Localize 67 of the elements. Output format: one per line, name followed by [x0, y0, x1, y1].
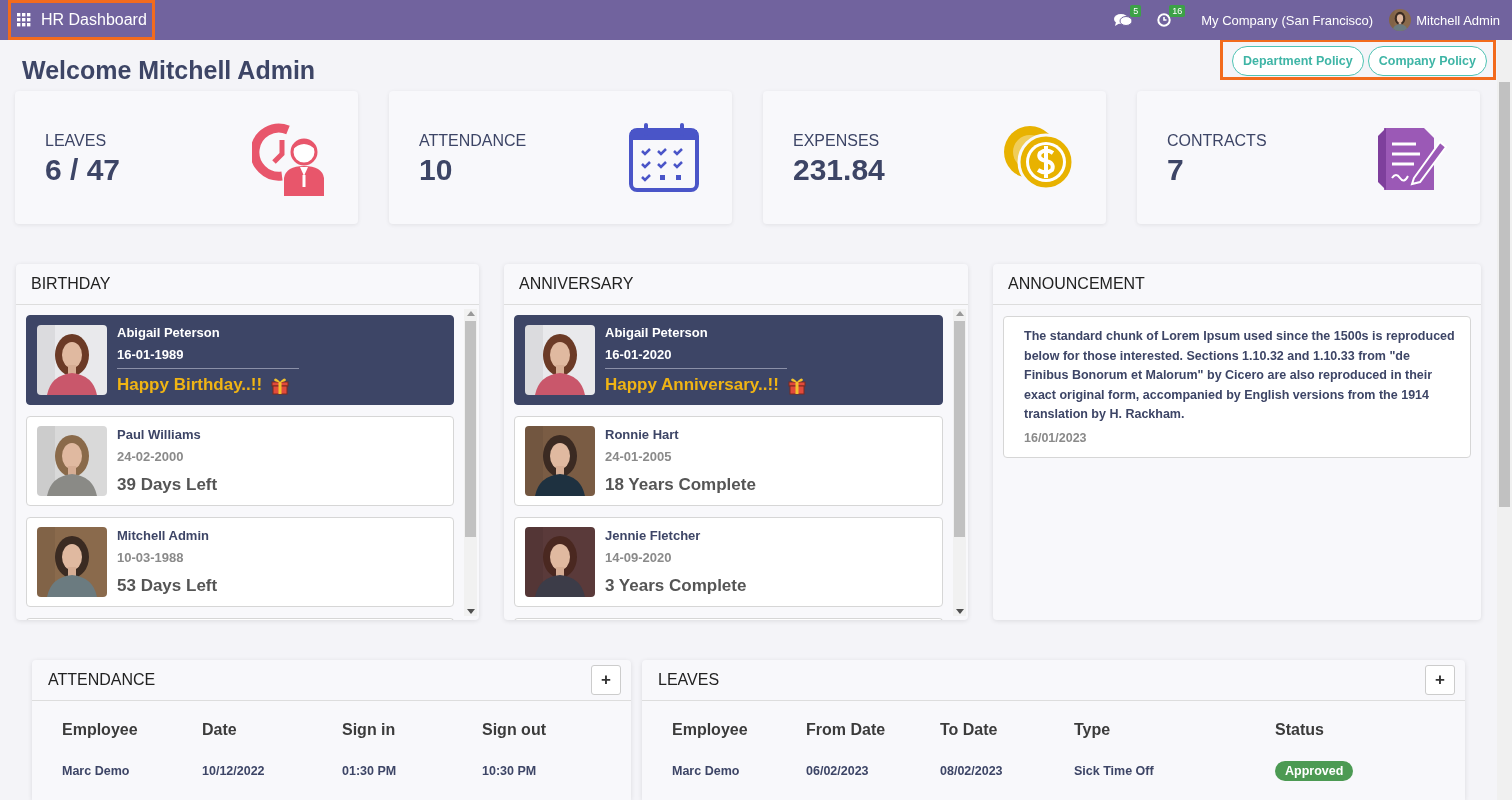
column-header: Employee: [62, 720, 139, 739]
gift-icon: [270, 375, 291, 395]
clock-icon: [1157, 13, 1172, 27]
gift-icon: [786, 375, 807, 395]
stat-label: LEAVES: [45, 132, 108, 150]
column-header: Sign out: [482, 720, 547, 739]
activity-count-badge: 16: [1169, 5, 1186, 17]
person-date: 24-02-2000: [117, 449, 185, 464]
announcement-date: 16/01/2023: [1024, 430, 1088, 445]
greeting-text: Happy Birthday..!!: [117, 375, 263, 395]
status-badge: Approved: [1275, 760, 1354, 781]
person-name: Mitchell Admin: [117, 528, 210, 543]
panel-title: ANNIVERSARY: [519, 275, 634, 293]
message-count-badge: 5: [1130, 5, 1142, 17]
person-date: 16-01-2020: [605, 347, 787, 369]
person-name: Ronnie Hart: [605, 427, 680, 442]
countdown-text: 53 Days Left: [117, 576, 218, 595]
stat-label: CONTRACTS: [1167, 132, 1268, 150]
person-date: 14-09-2020: [605, 550, 673, 565]
table-cell-text: Marc Demo: [672, 763, 741, 778]
scrollbar[interactable]: [953, 309, 966, 616]
column-header: Sign in: [342, 720, 397, 739]
table-cell-text: 10:30 PM: [482, 763, 538, 778]
stat-label: ATTENDANCE: [419, 132, 528, 150]
stat-label: EXPENSES: [793, 132, 881, 150]
table-cell-text: Sick Time Off: [1074, 763, 1155, 778]
column-header: From Date: [806, 720, 887, 739]
column-header: Employee: [672, 720, 749, 739]
panel-title: LEAVES: [658, 671, 720, 689]
company-switcher[interactable]: My Company (San Francisco): [1201, 12, 1374, 28]
person-name: Abigail Peterson: [117, 325, 221, 340]
user-menu[interactable]: Mitchell Admin: [1416, 12, 1500, 28]
scrollbar[interactable]: [1497, 40, 1512, 800]
apps-grid-icon[interactable]: [17, 13, 31, 27]
panel-title: BIRTHDAY: [31, 275, 111, 293]
person-name: Jennie Fletcher: [605, 528, 702, 543]
person-name: Paul Williams: [117, 427, 202, 442]
person-date: 10-03-1988: [117, 550, 185, 565]
countdown-text: 3 Years Complete: [605, 576, 747, 595]
announcement-text: The standard chunk of Lorem Ipsum used since the 1500s is reproduced below for those interested. Sections 1.10.32 and 1.10.33 from "de Finibus Bonorum et Malorum" by Cicero are also reproduced in their exact original form, accompanied by English versions from the 1914 translation by H. Rackham.: [1024, 328, 1456, 423]
panel-title: ANNOUNCEMENT: [1008, 275, 1145, 293]
column-header: Type: [1074, 720, 1112, 739]
table-cell-text: 08/02/2023: [940, 763, 1004, 778]
countdown-text: 39 Days Left: [117, 475, 218, 494]
add-button[interactable]: +: [591, 665, 621, 695]
welcome-heading: Welcome Mitchell Admin: [22, 56, 316, 85]
greeting-text: Happy Anniversary..!!: [605, 375, 779, 395]
table-cell-text: 06/02/2023: [806, 763, 870, 778]
person-date: 16-01-1989: [117, 347, 299, 369]
countdown-text: 18 Years Complete: [605, 475, 756, 494]
chat-icon: [1114, 13, 1133, 27]
add-button[interactable]: +: [1425, 665, 1455, 695]
column-header: To Date: [940, 720, 999, 739]
column-header: Status: [1275, 720, 1325, 739]
person-date: 24-01-2005: [605, 449, 673, 464]
column-header: Date: [202, 720, 238, 739]
stat-value: 6 / 47: [45, 153, 122, 187]
app-title[interactable]: HR Dashboard: [41, 11, 147, 29]
scrollbar[interactable]: [464, 309, 477, 616]
panel-title: ATTENDANCE: [48, 671, 156, 689]
table-cell-text: 01:30 PM: [342, 763, 398, 778]
stat-value: 7: [1167, 153, 1185, 187]
stat-value: 231.84: [793, 153, 886, 187]
table-cell-text: Marc Demo: [62, 763, 131, 778]
stat-value: 10: [419, 153, 454, 187]
table-cell-text: 10/12/2022: [202, 763, 266, 778]
person-name: Abigail Peterson: [605, 325, 709, 340]
